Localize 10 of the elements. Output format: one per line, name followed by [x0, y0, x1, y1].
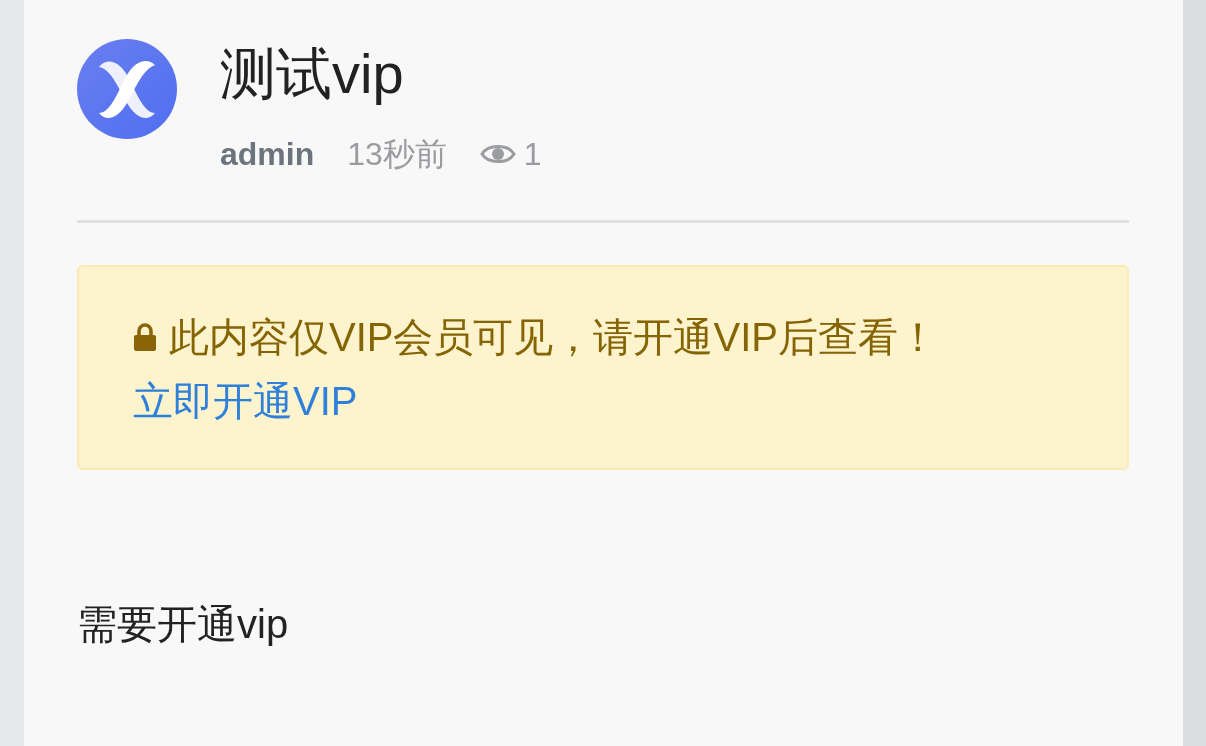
open-vip-link[interactable]: 立即开通VIP — [133, 373, 358, 429]
avatar-icon — [77, 39, 177, 139]
author-name[interactable]: admin — [220, 134, 315, 174]
view-count: 1 — [523, 135, 542, 174]
post-body: 需要开通vip — [77, 601, 289, 648]
notice-text: 此内容仅VIP会员可见，请开通VIP后查看！ — [169, 314, 938, 361]
post-time: 13秒前 — [347, 135, 447, 174]
post-title: 测试vip — [220, 41, 405, 107]
lock-icon — [133, 322, 157, 352]
eye-icon — [479, 142, 516, 166]
